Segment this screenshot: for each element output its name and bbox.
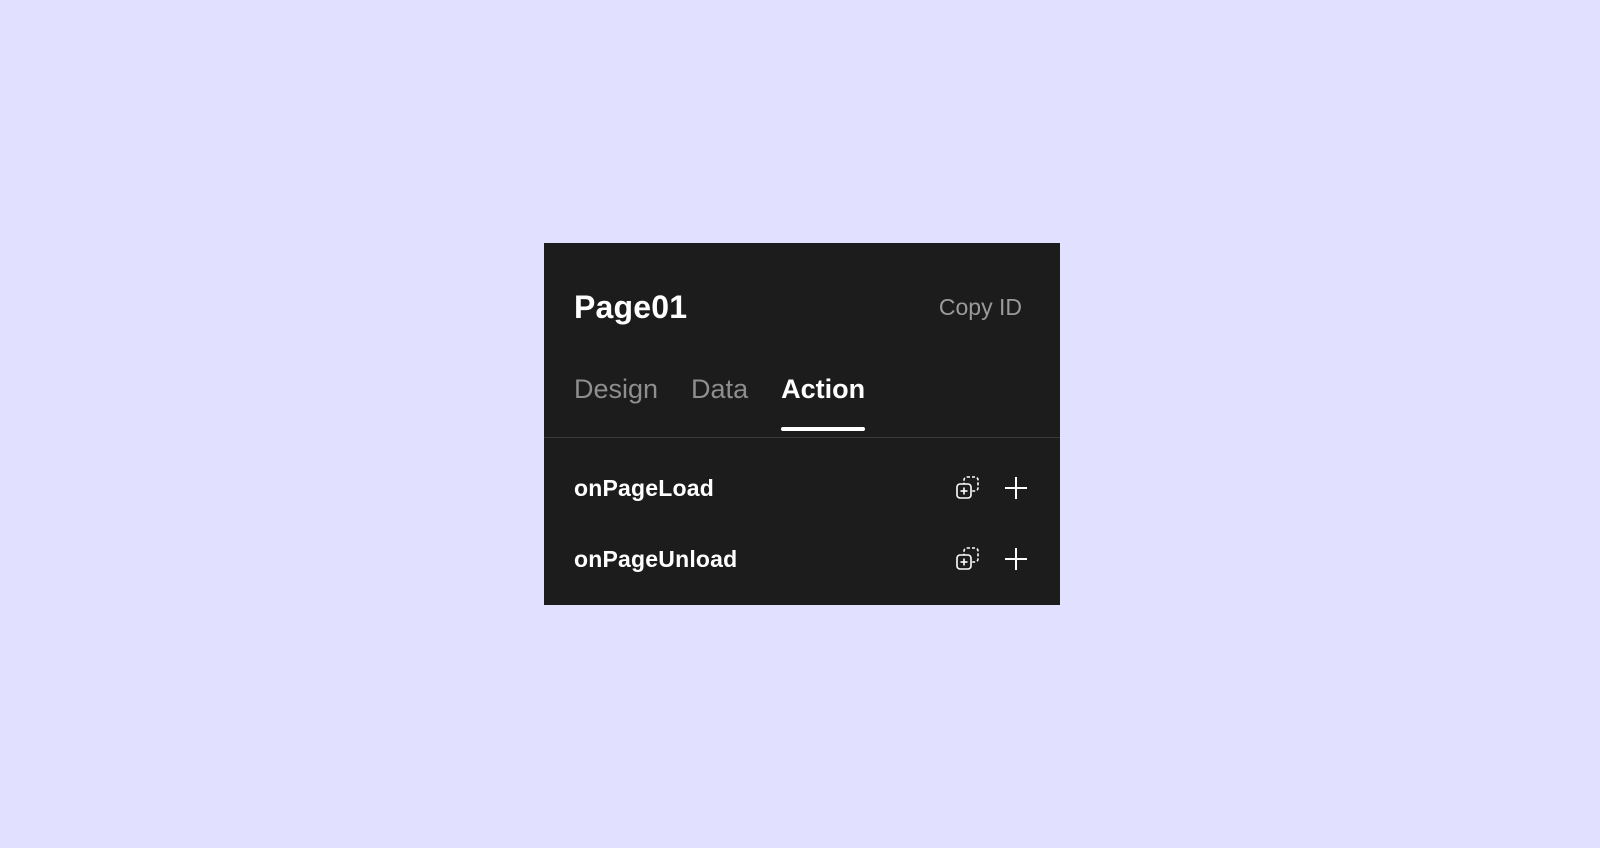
add-copy-icon[interactable] [954,545,982,573]
event-label: onPageLoad [574,474,715,501]
copy-id-button[interactable]: Copy ID [939,294,1022,321]
event-actions [954,474,1030,502]
tab-data-label: Data [691,374,749,404]
page-title: Page01 [574,288,688,325]
action-panel: Page01 Copy ID Design Data Action onPage… [544,243,1060,605]
tab-action[interactable]: Action [781,371,866,431]
tab-action-label: Action [781,374,866,404]
plus-icon[interactable] [1002,474,1030,502]
active-tab-indicator [781,427,866,431]
tab-bar: Design Data Action [574,371,866,431]
panel-header: Page01 Copy ID [574,287,1022,327]
event-label: onPageUnload [574,545,738,572]
plus-icon[interactable] [1002,545,1030,573]
event-row-onpageload: onPageLoad [574,466,1030,510]
event-actions [954,545,1030,573]
tab-divider [544,437,1060,438]
tab-data[interactable]: Data [691,371,748,431]
tab-design[interactable]: Design [574,371,658,431]
tab-design-label: Design [574,374,659,404]
event-row-onpageunload: onPageUnload [574,537,1030,581]
add-copy-icon[interactable] [954,474,982,502]
